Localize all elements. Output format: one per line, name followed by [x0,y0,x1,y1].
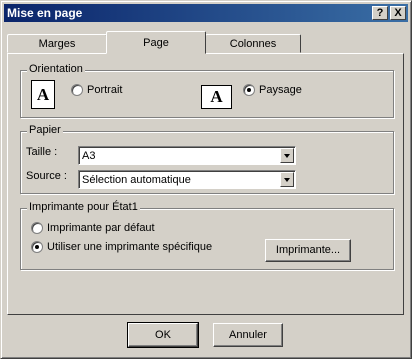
tab-page[interactable]: Page [106,31,206,54]
default-printer-radio[interactable] [31,222,43,234]
title-bar[interactable]: Mise en page ? X [4,4,408,22]
landscape-label: Paysage [259,84,302,96]
source-dropdown-arrow-icon[interactable] [280,172,294,187]
specific-printer-radio[interactable] [31,241,43,253]
source-label: Source : [26,170,67,182]
size-dropdown-arrow-icon[interactable] [280,148,294,163]
page-setup-dialog: Mise en page ? X Marges Page Colonnes Or… [0,0,412,359]
ok-button[interactable]: OK [127,322,199,348]
portrait-page-icon: A [31,80,55,109]
landscape-page-icon: A [201,85,232,109]
default-printer-label: Imprimante par défaut [47,222,155,234]
portrait-label: Portrait [87,84,123,96]
portrait-radio[interactable] [71,84,83,96]
tab-colonnes[interactable]: Colonnes [205,34,301,53]
orientation-legend: Orientation [27,63,85,75]
help-button[interactable]: ? [372,6,388,20]
size-label: Taille : [26,146,58,158]
tab-marges[interactable]: Marges [7,34,107,53]
paper-legend: Papier [27,124,63,136]
size-dropdown[interactable]: A3 [78,146,296,165]
printer-group: Imprimante pour État1 Imprimante par déf… [20,201,394,270]
source-dropdown[interactable]: Sélection automatique [78,170,296,189]
printer-legend: Imprimante pour État1 [27,201,140,213]
orientation-group: Orientation A Portrait A Paysage [20,63,394,118]
paper-group: Papier Taille : A3 Source : Sélection au… [20,124,394,194]
size-value: A3 [82,150,96,162]
printer-button[interactable]: Imprimante... [265,239,351,262]
close-button[interactable]: X [390,6,406,20]
specific-printer-label: Utiliser une imprimante spécifique [47,241,213,253]
landscape-radio[interactable] [243,84,255,96]
window-title: Mise en page [7,6,83,20]
cancel-button[interactable]: Annuler [213,323,283,347]
tab-panel-page: Orientation A Portrait A Paysage Papier … [7,53,404,315]
source-value: Sélection automatique [82,174,191,186]
